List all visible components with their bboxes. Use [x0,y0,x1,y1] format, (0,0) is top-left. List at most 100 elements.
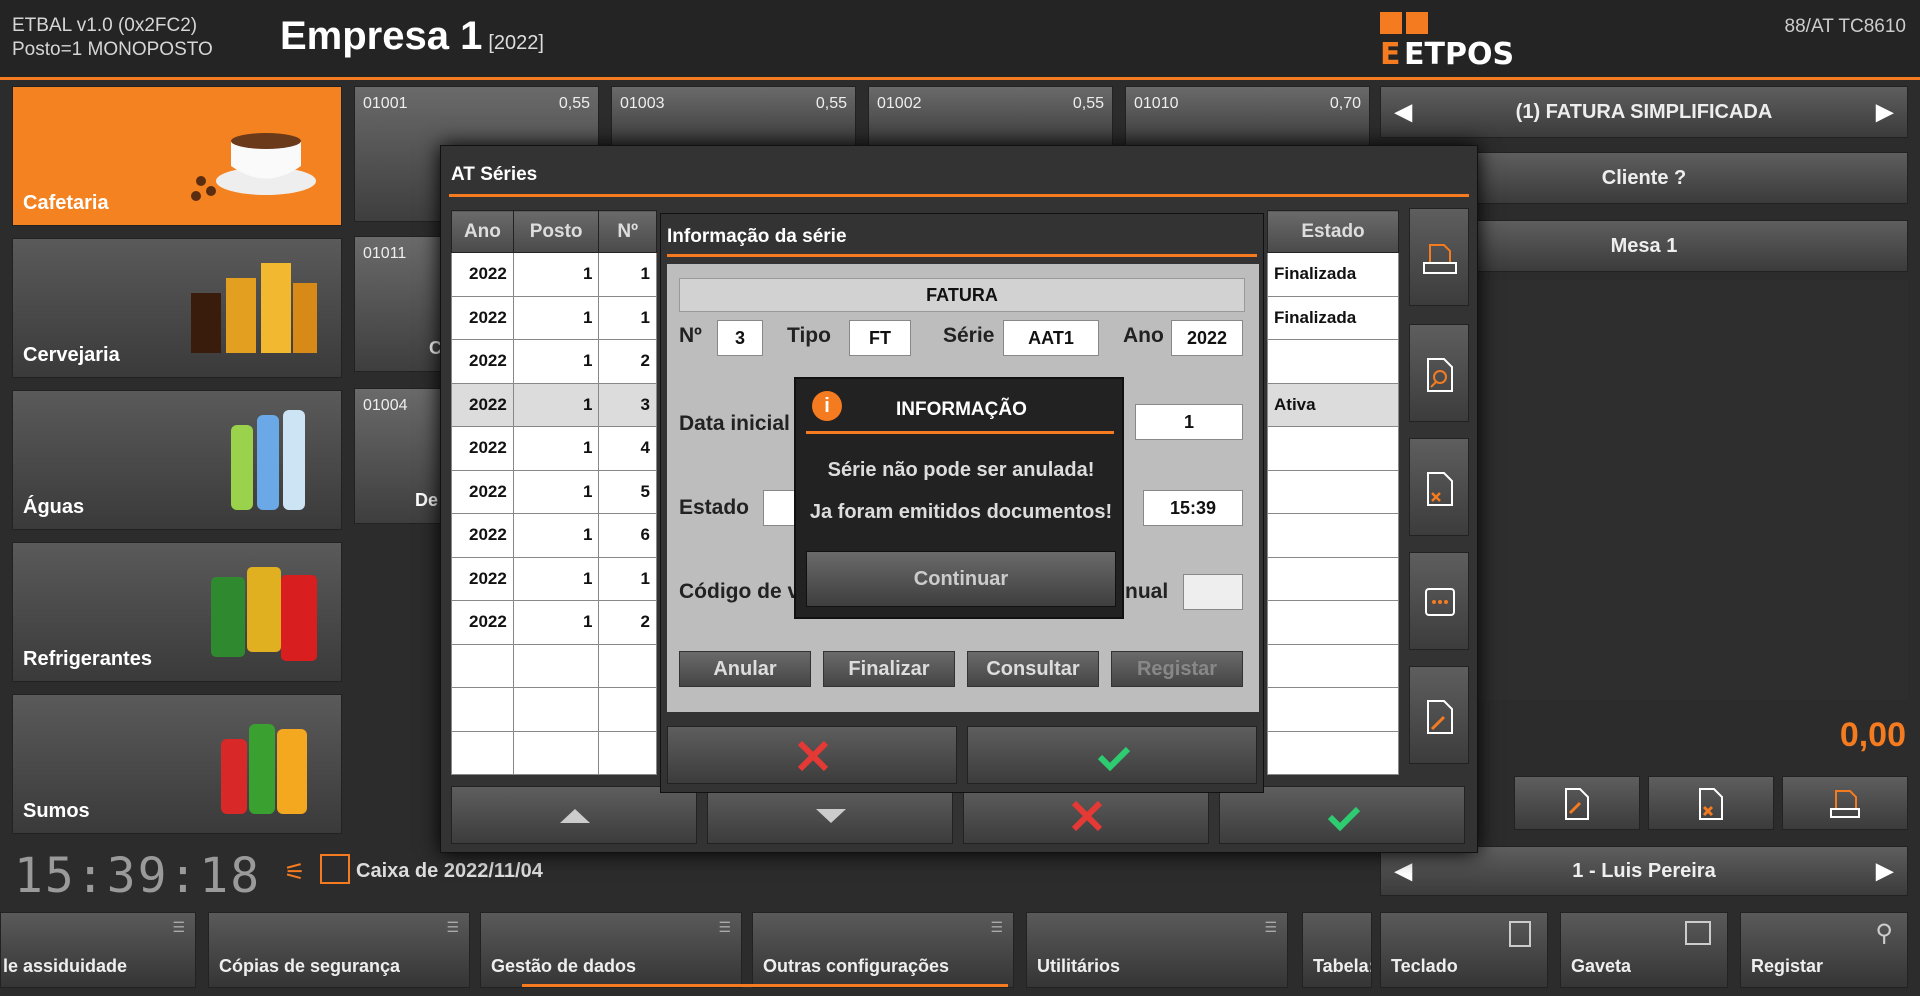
table-row[interactable]: 2022 1 3 [451,382,657,427]
table-row[interactable] [1267,513,1399,558]
menu-assiduidade[interactable]: ☰ le assiduidade [0,912,196,988]
table-row[interactable] [1267,556,1399,601]
register-button[interactable]: ⚲ Registar [1740,912,1908,988]
print-series-button[interactable] [1409,208,1469,306]
anular-button[interactable]: Anular [679,651,811,687]
more-options-button[interactable] [1409,552,1469,650]
edit-doc-icon [1565,788,1589,820]
scroll-up-button[interactable] [451,786,697,844]
col-ano[interactable]: Ano [451,210,514,253]
coffee-cup-icon [191,133,316,201]
n-label: Nº [679,324,702,347]
client-label: Cliente ? [1601,167,1687,189]
arrow-left-icon[interactable]: ◀ [1395,87,1412,137]
product-01010[interactable]: 01010 0,70 [1125,86,1370,146]
table-row[interactable]: 2022 1 6 [451,513,657,558]
company-title: Empresa 1 [2022] [280,14,544,59]
arrow-left-icon[interactable]: ◀ [1395,847,1412,895]
table-row[interactable]: 2022 1 4 [451,426,657,471]
table-row[interactable]: Ativa [1267,382,1399,427]
print-doc-button[interactable] [1782,776,1908,830]
menu-copias-seguranca[interactable]: ☰ Cópias de segurança [208,912,470,988]
time-field[interactable]: 15:39 [1143,490,1243,526]
table-row[interactable] [1267,426,1399,471]
keyboard-button[interactable]: Teclado [1380,912,1548,988]
at-code: 88/AT TC8610 [1784,16,1906,37]
doc-type-label: (1) FATURA SIMPLIFICADA [1515,101,1773,123]
consultar-button[interactable]: Consultar [967,651,1099,687]
cancel-button[interactable] [963,786,1209,844]
operator-selector[interactable]: ◀ 1 - Luis Pereira ▶ [1380,846,1908,896]
filter-icon[interactable]: ⚟ [284,858,306,887]
continue-button[interactable]: Continuar [806,551,1116,607]
table-row-empty[interactable] [1267,643,1399,688]
serie-field[interactable]: AAT1 [1003,320,1099,356]
data-inicial-number-field[interactable]: 1 [1135,404,1243,440]
table-row-empty[interactable] [451,730,657,775]
col-estado[interactable]: Estado [1267,210,1399,253]
doc-type-header: FATURA [679,278,1245,312]
cell-ano: 2022 [451,556,514,601]
product-code: 01010 [1134,95,1179,112]
category-sumos[interactable]: Sumos [12,694,342,834]
arrow-right-icon[interactable]: ▶ [1876,87,1893,137]
panel-cancel-button[interactable] [667,726,957,784]
tipo-label: Tipo [787,324,831,347]
tipo-field[interactable]: FT [849,320,911,356]
cell-posto: 1 [512,426,600,471]
table-row[interactable]: Finalizada [1267,295,1399,340]
table-row[interactable]: 2022 1 2 [451,600,657,645]
scroll-down-button[interactable] [707,786,953,844]
product-code: 01001 [363,95,408,112]
menu-outras-configuracoes[interactable]: ☰ Outras configurações [752,912,1014,988]
registar-button[interactable]: Registar [1111,651,1243,687]
confirm-button[interactable] [1219,786,1465,844]
cell-estado [1267,556,1399,601]
info-icon: i [812,391,842,421]
arrow-right-icon[interactable]: ▶ [1876,847,1893,895]
menu-utilitarios[interactable]: ☰ Utilitários [1026,912,1288,988]
category-cafetaria[interactable]: Cafetaria [12,86,342,226]
table-row[interactable]: Finalizada [1267,252,1399,297]
menu-gestao-dados[interactable]: ☰ Gestão de dados [480,912,742,988]
search-series-button[interactable] [1409,324,1469,422]
table-row[interactable] [1267,469,1399,514]
top-bar: ETBAL v1.0 (0x2FC2) Posto=1 MONOPOSTO Em… [0,0,1920,80]
table-row[interactable] [1267,600,1399,645]
table-row[interactable]: 2022 1 1 [451,252,657,297]
edit-doc-button[interactable] [1514,776,1640,830]
col-posto[interactable]: Posto [512,210,600,253]
doc-type-selector[interactable]: ◀ (1) FATURA SIMPLIFICADA ▶ [1380,86,1908,138]
product-01003[interactable]: 01003 0,55 [611,86,856,146]
category-cervejaria[interactable]: Cervejaria [12,238,342,378]
delete-series-button[interactable] [1409,438,1469,536]
ano-field[interactable]: 2022 [1171,320,1243,356]
cell-estado [1267,469,1399,514]
print-doc-icon [1830,790,1860,818]
series-table: Ano Posto Nº 2022 1 1 2022 1 1 2022 1 2 2022 1 3… [451,210,657,775]
product-01002[interactable]: 01002 0,55 [868,86,1113,146]
category-refrigerantes[interactable]: Refrigerantes [12,542,342,682]
etpos-logo: E ETPOS [1380,12,1530,72]
finalizar-button[interactable]: Finalizar [823,651,955,687]
delete-doc-button[interactable] [1648,776,1774,830]
drawer-button[interactable]: Gaveta [1560,912,1728,988]
menu-tabelas[interactable]: Tabela: [1302,912,1372,988]
table-row[interactable]: 2022 1 1 [451,556,657,601]
edit-doc-icon [1427,700,1453,734]
edit-series-button[interactable] [1409,666,1469,764]
table-row[interactable]: 2022 1 1 [451,295,657,340]
col-numero[interactable]: Nº [598,210,657,253]
n-field[interactable]: 3 [717,320,763,356]
table-row[interactable]: 2022 1 5 [451,469,657,514]
category-aguas[interactable]: Águas [12,390,342,530]
table-row-empty[interactable] [451,643,657,688]
panel-confirm-button[interactable] [967,726,1257,784]
table-row[interactable]: 2022 1 2 [451,339,657,384]
manual-field[interactable] [1183,574,1243,610]
cell-numero: 5 [598,469,657,514]
table-row-empty[interactable] [1267,687,1399,732]
table-row-empty[interactable] [1267,730,1399,775]
table-row-empty[interactable] [451,687,657,732]
table-row[interactable] [1267,339,1399,384]
